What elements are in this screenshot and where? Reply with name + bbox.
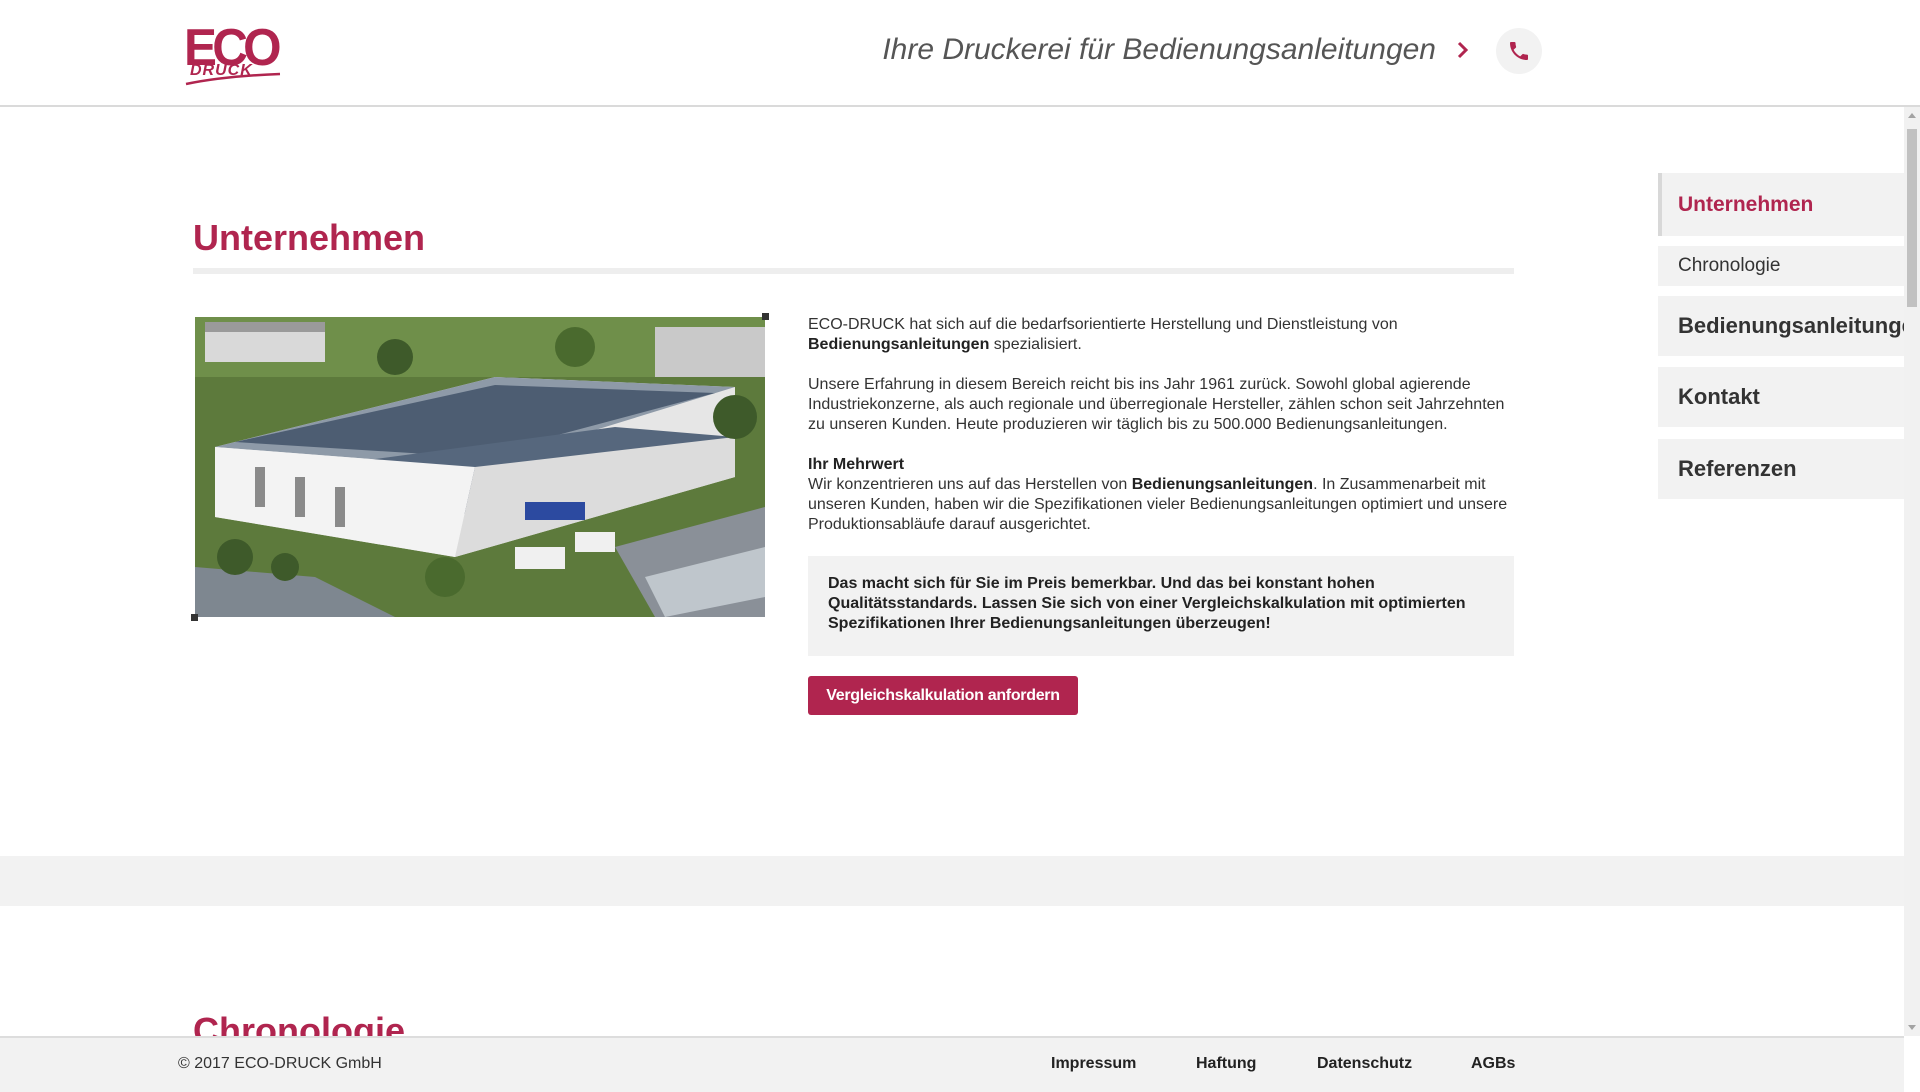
chevron-right-icon[interactable] [1456,40,1470,60]
footer-link-haftung[interactable]: Haftung [1196,1055,1256,1073]
sidebar-item-chronologie[interactable]: Chronologie [1658,246,1904,286]
experience-paragraph: Unsere Erfahrung in diesem Bereich reich… [808,376,1505,433]
section-separator [0,856,1904,906]
eco-druck-logo[interactable]: ECO DRUCK [184,22,284,86]
page-title: Unternehmen [193,217,426,258]
sidebar-item-label: Bedienungsanleitungen [1678,313,1920,338]
mehrwert-text-start: Wir konzentrieren uns auf das Herstellen… [808,476,1132,493]
sidebar-item-label: Unternehmen [1678,193,1814,216]
sidebar-item-kontakt[interactable]: Kontakt [1658,367,1904,427]
intro-paragraph: ECO-DRUCK hat sich auf die bedarfsorient… [808,315,1508,355]
request-comparison-button[interactable]: Vergleichskalkulation anfordern [808,676,1078,715]
image-corner-marker [191,614,198,621]
sidebar-item-label: Chronologie [1678,255,1781,276]
site-header: ECO DRUCK Ihre Druckerei für Bedienungsa… [0,0,1920,107]
sidebar-item-bedienungsanleitungen[interactable]: Bedienungsanleitungen [1658,296,1920,356]
mehrwert-paragraph: Ihr Mehrwert Wir konzentrieren uns auf d… [808,455,1508,535]
intro-text-start: ECO-DRUCK hat sich auf die bedarfsorient… [808,316,1398,333]
intro-keyword: Bedienungsanleitungen [808,336,990,353]
sidebar-item-referenzen[interactable]: Referenzen [1658,439,1904,499]
factory-photo-illustration [195,317,765,617]
title-divider [193,268,1514,274]
footer-link-impressum[interactable]: Impressum [1051,1055,1136,1073]
sidebar-item-label: Referenzen [1678,456,1797,481]
phone-icon [1510,42,1528,60]
footer-link-agbs[interactable]: AGBs [1471,1055,1515,1073]
footer-link-datenschutz[interactable]: Datenschutz [1317,1055,1412,1073]
intro-text: ECO-DRUCK hat sich auf die bedarfsorient… [808,315,1508,555]
phone-button[interactable] [1496,28,1542,74]
intro-text-end: spezialisiert. [989,336,1082,353]
mehrwert-heading: Ihr Mehrwert [808,456,905,473]
price-callout: Das macht sich für Sie im Preis bemerkba… [808,556,1514,656]
scroll-up-arrow-icon[interactable] [1908,113,1916,118]
scroll-down-arrow-icon[interactable] [1908,1025,1916,1030]
sidebar-item-label: Kontakt [1678,384,1760,409]
copyright-text: © 2017 ECO-DRUCK GmbH [178,1055,382,1072]
sidebar-item-unternehmen[interactable]: Unternehmen [1658,173,1904,236]
header-tagline[interactable]: Ihre Druckerei für Bedienungsanleitungen [882,30,1436,70]
page-scrollbar[interactable] [1904,107,1920,1036]
site-footer: © 2017 ECO-DRUCK GmbH Impressum Haftung … [0,1036,1904,1092]
factory-aerial-photo [191,313,769,621]
mehrwert-keyword: Bedienungsanleitungen [1131,476,1314,493]
scrollbar-thumb[interactable] [1907,129,1917,307]
logo-swoosh-icon [185,72,281,86]
image-corner-marker [762,313,769,320]
